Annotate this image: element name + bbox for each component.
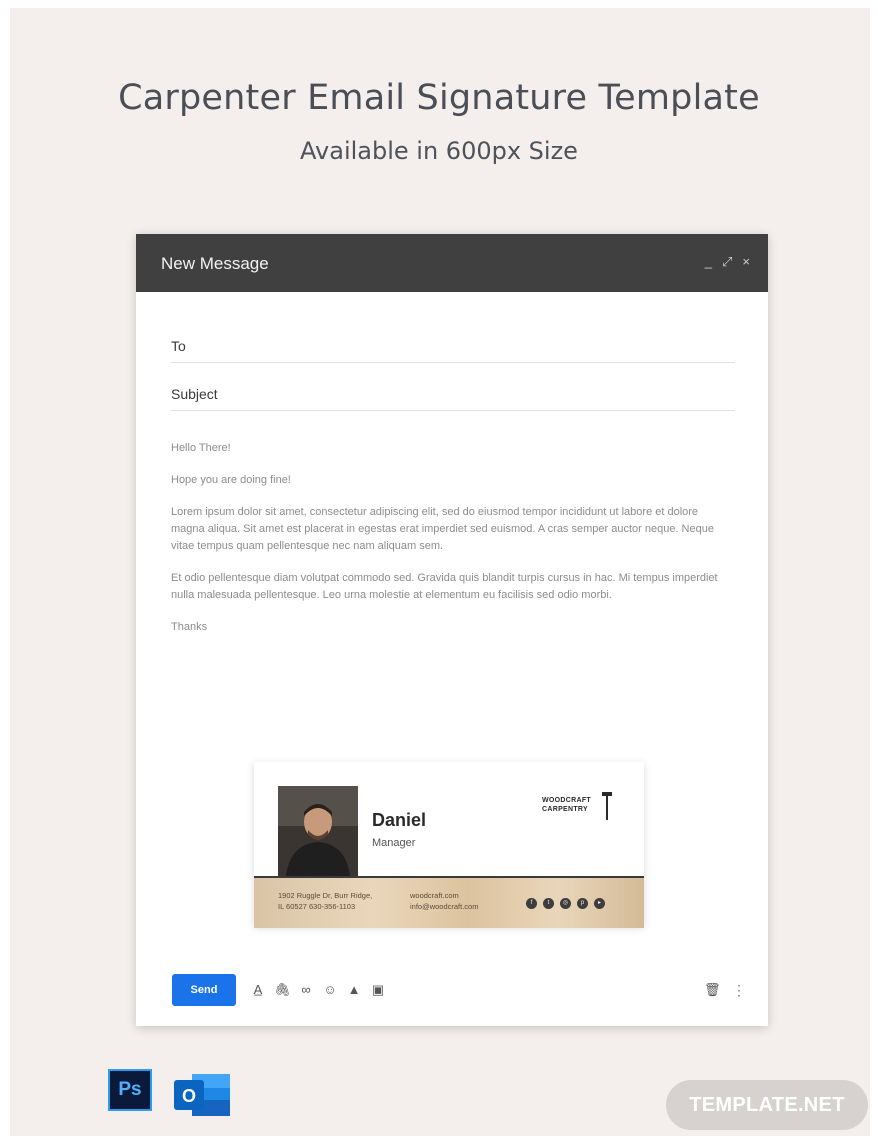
facebook-icon[interactable]: f — [526, 898, 537, 909]
message-body[interactable]: Hello There! Hope you are doing fine! Lo… — [171, 440, 731, 651]
expand-icon[interactable]: ⤢ — [722, 254, 732, 270]
youtube-icon[interactable]: ▸ — [594, 898, 605, 909]
attach-icon[interactable]: 🖇 — [274, 982, 291, 998]
twitter-icon[interactable]: t — [543, 898, 554, 909]
to-field[interactable]: To — [171, 316, 735, 363]
company-logo: WOODCRAFT CARPENTRY — [542, 792, 622, 828]
minimize-icon[interactable]: _ — [705, 254, 712, 270]
compose-toolbar: A̲ 🖇 ∞ ☺ ▲ ▣ — [250, 982, 386, 998]
email-signature: Daniel Manager WOODCRAFT CARPENTRY 1902 … — [254, 762, 644, 928]
svg-text:O: O — [182, 1086, 196, 1106]
template-net-badge: TEMPLATE.NET — [666, 1080, 868, 1130]
link-icon[interactable]: ∞ — [298, 982, 314, 998]
body-paragraph: Et odio pellentesque diam volutpat commo… — [171, 572, 718, 601]
signature-address: 1902 Ruggle Dr, Burr Ridge, IL 60527 630… — [278, 891, 373, 911]
pinterest-icon[interactable]: p — [577, 898, 588, 909]
signature-name: Daniel — [372, 810, 427, 830]
close-icon[interactable]: × — [742, 254, 750, 270]
company-name: WOODCRAFT CARPENTRY — [542, 797, 591, 813]
body-greeting: Hello There! — [171, 442, 231, 454]
subject-field[interactable]: Subject — [171, 364, 735, 411]
trash-icon[interactable]: 🗑 — [704, 982, 721, 998]
signature-footer: 1902 Ruggle Dr, Burr Ridge, IL 60527 630… — [254, 876, 644, 928]
signature-email[interactable]: info@woodcraft.com — [410, 901, 478, 912]
profile-photo — [278, 786, 358, 876]
format-text-icon[interactable]: A̲ — [250, 982, 266, 998]
window-controls: _ ⤢ × — [705, 254, 750, 270]
send-button[interactable]: Send — [172, 974, 236, 1006]
body-paragraph: Lorem ipsum dolor sit amet, consectetur … — [171, 506, 714, 552]
photo-icon[interactable]: ▣ — [370, 982, 386, 998]
subject-label: Subject — [171, 386, 218, 402]
signature-contact: woodcraft.com info@woodcraft.com — [410, 890, 478, 912]
compose-title: New Message — [161, 254, 269, 273]
instagram-icon[interactable]: ◎ — [560, 898, 571, 909]
outlook-icon: O — [174, 1070, 232, 1120]
photoshop-icon: Ps — [108, 1069, 152, 1111]
drive-icon[interactable]: ▲ — [346, 982, 362, 998]
compose-header: New Message _ ⤢ × — [136, 234, 768, 292]
more-options-icon[interactable]: ⋮ — [732, 982, 746, 998]
body-closing: Thanks — [171, 621, 208, 633]
body-line: Hope you are doing fine! — [171, 474, 291, 486]
page-subtitle: Available in 600px Size — [300, 137, 578, 165]
hammer-icon — [602, 792, 612, 820]
signature-role: Manager — [372, 837, 416, 849]
page-title: Carpenter Email Signature Template — [118, 78, 760, 118]
emoji-icon[interactable]: ☺ — [322, 982, 338, 998]
social-icons: f t ◎ p ▸ — [526, 898, 605, 909]
compose-window: New Message _ ⤢ × To Subject Hello There… — [136, 234, 768, 1026]
to-label: To — [171, 338, 186, 354]
signature-web[interactable]: woodcraft.com — [410, 890, 478, 901]
